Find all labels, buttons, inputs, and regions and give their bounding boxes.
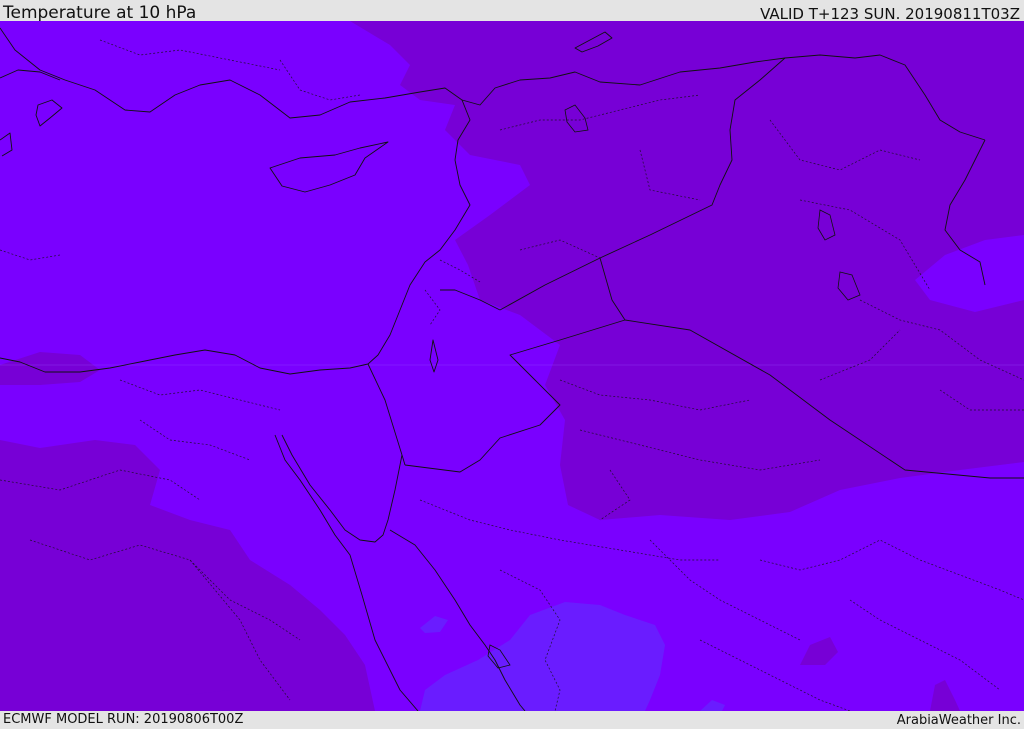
- map-title: Temperature at 10 hPa: [3, 3, 197, 23]
- brand-label: ArabiaWeather Inc.: [896, 713, 1021, 728]
- map-canvas[interactable]: [0, 21, 1024, 711]
- model-run-label: ECMWF MODEL RUN: 20190806T00Z: [3, 712, 244, 727]
- header-bar: Temperature at 10 hPa VALID T+123 SUN. 2…: [0, 0, 1024, 23]
- footer-bar: ECMWF MODEL RUN: 20190806T00Z ArabiaWeat…: [0, 711, 1024, 729]
